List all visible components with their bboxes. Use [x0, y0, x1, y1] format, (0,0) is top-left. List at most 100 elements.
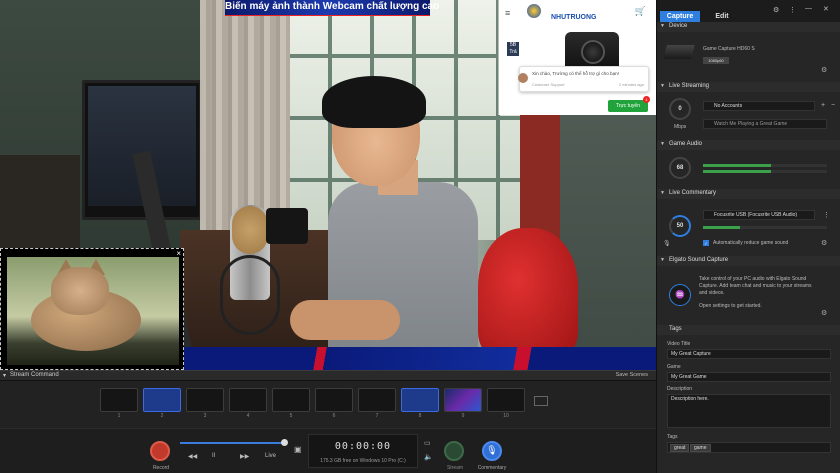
scene-slot-2[interactable] [143, 388, 181, 412]
more-icon[interactable]: ⋮ [823, 211, 830, 219]
title-banner-overlay[interactable]: Biến máy ảnh thành Webcam chất lượng cao [225, 0, 440, 16]
hamburger-icon[interactable]: ≡ [505, 8, 510, 18]
chevron-down-icon: ▼ [660, 141, 665, 147]
commentary-dial[interactable]: 50 [669, 215, 691, 237]
device-gear-icon[interactable]: ⚙ [821, 66, 827, 74]
sound-capture-gear-icon[interactable]: ⚙ [821, 309, 827, 317]
commentary-device-value: Focusrite USB (Focusrite USB Audio) [714, 212, 798, 218]
promo-badge[interactable]: 5B Trả [507, 42, 519, 56]
tab-edit[interactable]: Edit [707, 11, 737, 22]
stream-label: Stream [446, 465, 464, 471]
cat-image-overlay[interactable]: × [0, 248, 184, 370]
scene-slot-number: 10 [503, 413, 509, 419]
gear-icon[interactable]: ⚙ [773, 6, 779, 14]
screenshot-icon[interactable]: ▣ [294, 445, 302, 454]
tag-chip[interactable]: game [690, 444, 711, 452]
game-label: Game [667, 364, 681, 370]
bitrate-dial[interactable]: 0 [669, 98, 691, 120]
timeline-handle[interactable] [281, 439, 288, 446]
tags-section-header[interactable]: Tags [657, 325, 840, 335]
description-value: Description here. [671, 396, 709, 402]
stream-title-input[interactable]: Watch Me Playing a Great Game [703, 119, 827, 129]
description-textarea[interactable]: Description here. [667, 394, 831, 428]
video-title-input[interactable]: My Great Capture [667, 349, 831, 359]
waveform-icon: ♒ [669, 284, 691, 306]
promo-badge-sub: Trả [509, 49, 517, 55]
scene-slot-4[interactable] [229, 388, 267, 412]
reduce-game-sound-checkbox[interactable]: ✓ [703, 240, 709, 246]
scene-slot-3[interactable] [186, 388, 224, 412]
scene-slot-9[interactable] [444, 388, 482, 412]
scene-person-shirt [328, 182, 478, 370]
sound-capture-line4: Open settings to get started. [699, 303, 762, 309]
panel-tabs: Capture Edit ⚙ ⋮ — ✕ [657, 0, 840, 22]
site-logo[interactable]: NHUTRUONG [531, 5, 601, 21]
scene-slot-10[interactable] [487, 388, 525, 412]
account-select[interactable]: No Accounts [703, 101, 815, 111]
timeline-fill [180, 442, 282, 444]
recording-time: 00:00:00 [334, 441, 392, 452]
scene-slot-7[interactable] [358, 388, 396, 412]
remove-account-icon[interactable]: − [831, 102, 835, 109]
volume-icon[interactable]: 🔈 [424, 453, 433, 461]
timeline-slider[interactable] [180, 442, 284, 444]
live-streaming-section-header[interactable]: ▼ Live Streaming [657, 82, 840, 92]
sound-capture-line3: and videos. [699, 290, 725, 296]
fast-forward-icon[interactable]: ▶▶ [240, 453, 249, 460]
banner-title: Biến máy ảnh thành Webcam chất lượng cao [225, 1, 440, 12]
cart-icon[interactable]: 🛒 [635, 6, 646, 17]
sound-capture-section-header[interactable]: ▼ Elgato Sound Capture [657, 256, 840, 266]
scene-slot-5[interactable] [272, 388, 310, 412]
control-bar: Record ◀◀ II ▶▶ Live ▣ 00:00:00 175.3 GB… [0, 428, 656, 473]
online-chat-button[interactable]: Trực tuyến [608, 100, 648, 112]
game-audio-section-header[interactable]: ▼ Game Audio [657, 140, 840, 150]
app-window: Biến máy ảnh thành Webcam chất lượng cao… [0, 0, 840, 473]
video-title-value: My Great Capture [671, 351, 711, 357]
chat-sender: Customer Support [532, 82, 565, 87]
chat-bubble[interactable]: Xin chào, Trường có thể hỗ trợ gì cho bạ… [518, 66, 649, 92]
commentary-button[interactable]: 🎙 [482, 441, 502, 461]
tags-label: Tags [667, 434, 678, 440]
web-page-overlay[interactable]: ≡ NHUTRUONG 🛒 5B Trả Xin chào, Trường có … [498, 0, 656, 115]
record-button[interactable] [150, 441, 170, 461]
tags-input[interactable]: great game [667, 442, 831, 453]
close-icon[interactable]: ✕ [823, 5, 829, 13]
pause-button[interactable]: II [212, 453, 215, 459]
chat-time: 2 minutes ago [618, 82, 644, 87]
scene-settings-button[interactable] [534, 396, 548, 406]
tag-chip[interactable]: great [670, 444, 690, 452]
scene-mic-foam [232, 206, 268, 254]
rewind-icon[interactable]: ◀◀ [188, 453, 197, 460]
scene-slot-8[interactable] [401, 388, 439, 412]
lower-third-overlay[interactable] [184, 347, 656, 370]
record-label: Record [152, 465, 170, 471]
scene-slot-1[interactable] [100, 388, 138, 412]
site-logo-text: NHUTRUONG [551, 14, 597, 21]
camera-lens [581, 40, 605, 64]
monitor-icon[interactable]: ▭ [424, 439, 431, 447]
video-title-label: Video Title [667, 341, 691, 347]
game-audio-meter [703, 164, 827, 167]
add-account-icon[interactable]: + [821, 102, 825, 109]
collapse-caret-icon[interactable]: ▾ [3, 372, 6, 379]
scene-slot-6[interactable] [315, 388, 353, 412]
capture-device-icon [663, 45, 695, 59]
more-icon[interactable]: ⋮ [789, 6, 796, 14]
capture-preview[interactable]: Biến máy ảnh thành Webcam chất lượng cao… [0, 0, 656, 370]
game-input[interactable]: My Great Game [667, 372, 831, 382]
minimize-icon[interactable]: — [805, 5, 812, 12]
close-icon[interactable]: × [176, 249, 181, 258]
live-commentary-section-header[interactable]: ▼ Live Commentary [657, 189, 840, 199]
microphone-icon: 🎙 [663, 241, 671, 247]
scene-slot-number: 9 [461, 413, 465, 419]
device-section-header[interactable]: ▼ Device [657, 22, 840, 32]
tab-capture[interactable]: Capture [660, 11, 700, 22]
commentary-value: 50 [676, 223, 684, 229]
chevron-down-icon: ▼ [660, 190, 665, 196]
commentary-gear-icon[interactable]: ⚙ [821, 239, 827, 247]
save-scenes-button[interactable]: Save Scenes [616, 372, 648, 378]
commentary-device-select[interactable]: Focusrite USB (Focusrite USB Audio) [703, 210, 815, 220]
game-audio-dial[interactable]: 68 [669, 157, 691, 179]
live-button[interactable]: Live [265, 453, 276, 459]
stream-button[interactable] [444, 441, 464, 461]
